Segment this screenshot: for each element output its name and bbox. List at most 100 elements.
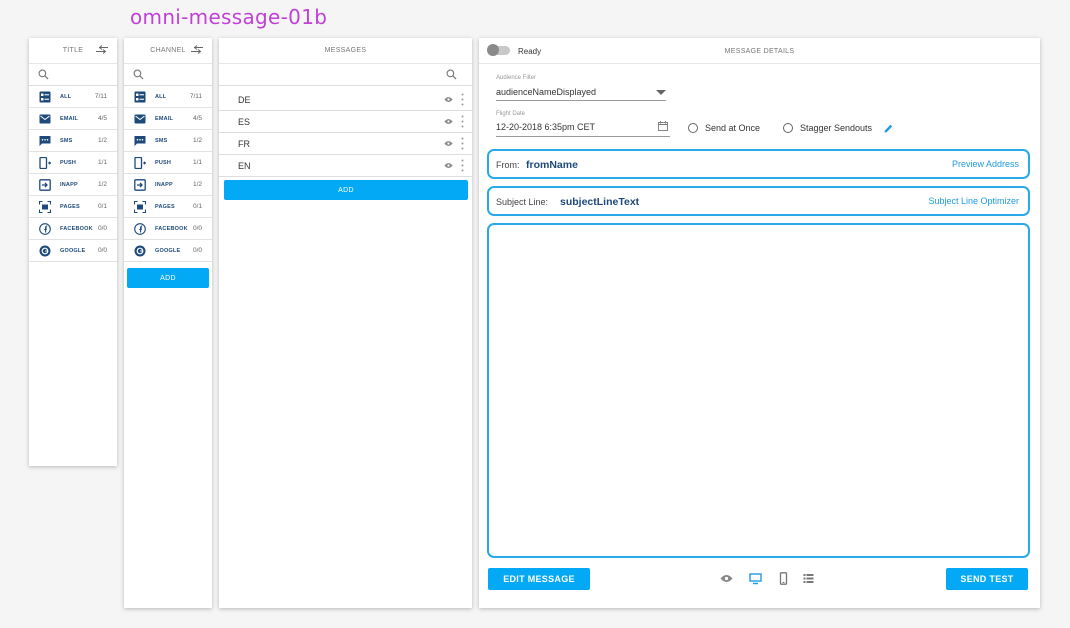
pencil-icon[interactable] [884, 124, 893, 133]
messages-column-header: MESSAGES [219, 38, 472, 64]
nav-item-label: FACEBOOK [60, 225, 93, 232]
nav-item-count: 0/0 [97, 247, 107, 254]
details-header: Ready MESSAGE DETAILS [479, 38, 1040, 64]
audience-filter-select[interactable]: audienceNameDisplayed [496, 85, 666, 101]
nav-item-facebook[interactable]: FACEBOOK 0/0 [29, 218, 117, 240]
nav-item-email[interactable]: EMAIL 4/5 [29, 108, 117, 130]
nav-item-inapp[interactable]: INAPP 1/2 [29, 174, 117, 196]
send-at-once-radio[interactable] [688, 123, 698, 133]
nav-item-count: 1/2 [192, 181, 202, 188]
nav-item-label: PAGES [60, 203, 80, 210]
nav-item-sms[interactable]: SMS 1/2 [124, 130, 212, 152]
mobile-icon[interactable] [777, 572, 790, 585]
message-row[interactable]: ES [219, 111, 472, 133]
nav-item-pages[interactable]: PAGES 0/1 [29, 196, 117, 218]
list-icon [134, 91, 146, 103]
message-row[interactable]: EN [219, 155, 472, 177]
channel-search-input[interactable] [124, 64, 212, 86]
nav-item-email[interactable]: EMAIL 4/5 [124, 108, 212, 130]
message-row[interactable]: DE [219, 89, 472, 111]
swap-icon[interactable] [95, 44, 109, 56]
eye-icon[interactable] [444, 96, 453, 103]
desktop-icon[interactable] [749, 572, 762, 585]
flight-date-value: 12-20-2018 6:35pm CET [496, 122, 596, 132]
nav-item-count: 1/2 [97, 137, 107, 144]
title-search-input[interactable] [29, 64, 117, 86]
pages-icon [134, 201, 146, 213]
email-icon [134, 113, 146, 125]
message-preview-area[interactable] [487, 223, 1030, 558]
stagger-sendouts-label: Stagger Sendouts [800, 123, 873, 133]
more-options-icon[interactable] [461, 93, 464, 106]
message-row[interactable]: FR [219, 133, 472, 155]
nav-item-count: 4/5 [192, 115, 202, 122]
nav-item-count: 0/1 [192, 203, 202, 210]
nav-item-pages[interactable]: PAGES 0/1 [124, 196, 212, 218]
nav-item-sms[interactable]: SMS 1/2 [29, 130, 117, 152]
eye-icon[interactable] [444, 162, 453, 169]
calendar-icon [658, 121, 668, 131]
nav-item-push[interactable]: PUSH 1/1 [29, 152, 117, 174]
swap-icon[interactable] [190, 44, 204, 56]
subject-line-field[interactable]: Subject Line: subjectLineText Subject Li… [487, 186, 1030, 216]
title-panel: TITLE ALL 7/11 EMAIL 4/5 SMS 1/2 PUSH 1/1 INAPP 1… [29, 38, 117, 466]
pages-icon [39, 201, 51, 213]
eye-icon[interactable] [444, 118, 453, 125]
more-options-icon[interactable] [461, 115, 464, 128]
stagger-sendouts-radio[interactable] [783, 123, 793, 133]
nav-item-label: PUSH [60, 159, 77, 166]
list-view-icon[interactable] [803, 573, 814, 584]
flight-date-underline [496, 136, 670, 137]
nav-item-all[interactable]: ALL 7/11 [124, 86, 212, 108]
messages-panel: MESSAGES DE ES FR EN ADD [219, 38, 472, 608]
nav-item-label: INAPP [60, 181, 78, 188]
from-prefix: From: [496, 160, 520, 170]
nav-item-count: 0/0 [192, 225, 202, 232]
subject-prefix: Subject Line: [496, 197, 549, 207]
nav-item-count: 0/0 [192, 247, 202, 254]
nav-item-count: 0/0 [97, 225, 107, 232]
nav-item-google[interactable]: GOOGLE 0/0 [29, 240, 117, 262]
from-field[interactable]: From: fromName Preview Address [487, 149, 1030, 179]
eye-icon[interactable] [444, 140, 453, 147]
nav-item-push[interactable]: PUSH 1/1 [124, 152, 212, 174]
nav-item-inapp[interactable]: INAPP 1/2 [124, 174, 212, 196]
channel-list: ALL 7/11 EMAIL 4/5 SMS 1/2 PUSH 1/1 INAPP 1/2 PAGE… [124, 86, 212, 262]
preview-address-link[interactable]: Preview Address [952, 159, 1019, 169]
nav-item-all[interactable]: ALL 7/11 [29, 86, 117, 108]
nav-item-facebook[interactable]: FACEBOOK 0/0 [124, 218, 212, 240]
details-title: MESSAGE DETAILS [724, 48, 795, 55]
nav-item-label: EMAIL [60, 115, 79, 122]
eye-icon[interactable] [720, 574, 733, 583]
inapp-icon [134, 179, 146, 191]
list-icon [39, 91, 51, 103]
audience-filter-value: audienceNameDisplayed [496, 87, 597, 97]
nav-item-count: 1/1 [97, 159, 107, 166]
messages-list: DE ES FR EN [219, 89, 472, 177]
nav-item-label: PAGES [155, 203, 175, 210]
google-icon [134, 245, 146, 257]
channel-add-button[interactable]: ADD [127, 268, 209, 288]
more-options-icon[interactable] [461, 137, 464, 150]
messages-add-button[interactable]: ADD [224, 180, 468, 200]
nav-item-label: SMS [60, 137, 73, 144]
send-at-once-label: Send at Once [705, 123, 761, 133]
more-options-icon[interactable] [461, 159, 464, 172]
nav-item-count: 7/11 [189, 93, 202, 100]
push-icon [134, 157, 146, 169]
nav-item-label: FACEBOOK [155, 225, 188, 232]
message-language-label: ES [238, 116, 251, 127]
channel-column-header: CHANNEL [124, 38, 212, 64]
subject-line-optimizer-link[interactable]: Subject Line Optimizer [928, 196, 1019, 206]
edit-message-button[interactable]: EDIT MESSAGE [488, 568, 590, 590]
nav-item-count: 1/1 [192, 159, 202, 166]
email-icon [39, 113, 51, 125]
messages-search-input[interactable] [219, 64, 472, 86]
nav-item-google[interactable]: GOOGLE 0/0 [124, 240, 212, 262]
flight-date-field[interactable]: 12-20-2018 6:35pm CET [496, 120, 670, 137]
nav-item-count: 7/11 [94, 93, 107, 100]
caret-down-icon [656, 90, 666, 95]
from-value: fromName [526, 159, 578, 171]
send-test-button[interactable]: SEND TEST [946, 568, 1028, 590]
audience-filter-label: Audience Filter [496, 75, 537, 81]
